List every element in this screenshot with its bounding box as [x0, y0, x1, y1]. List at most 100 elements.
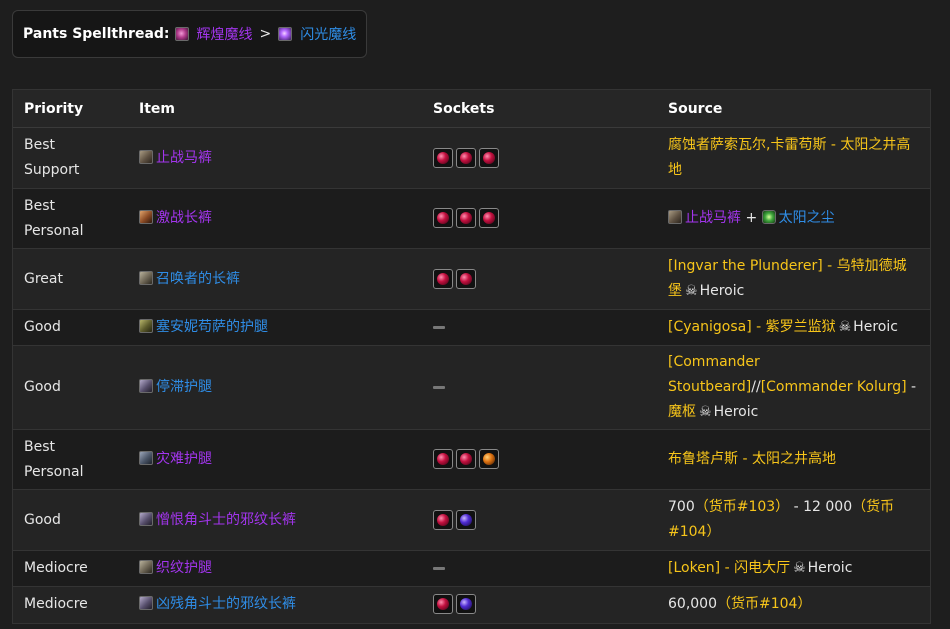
source-link[interactable]: 布鲁塔卢斯 - 太阳之井高地	[668, 451, 836, 467]
item-cell: 召唤者的长裤	[128, 248, 422, 310]
item-cell: 停滞护腿	[128, 345, 422, 430]
sockets-cell	[422, 429, 657, 490]
source-link[interactable]: [Cyanigosa] - 紫罗兰监狱	[668, 319, 836, 335]
socket-red-icon	[433, 449, 453, 469]
source-cell: 布鲁塔卢斯 - 太阳之井高地	[657, 429, 930, 490]
item-link[interactable]: 灾难护腿	[156, 451, 212, 467]
source-text: Heroic	[807, 560, 853, 576]
socket-orange-icon	[479, 449, 499, 469]
priority-cell: Good	[13, 345, 128, 430]
spellthread-from-link[interactable]: 辉煌魔线	[197, 24, 253, 44]
spellthread-box: Pants Spellthread: 辉煌魔线 > 闪光魔线	[12, 10, 368, 58]
sockets-cell	[422, 550, 657, 587]
source-link[interactable]: 腐蚀者萨索瓦尔,卡雷苟斯 - 太阳之井高地	[668, 137, 910, 178]
item-link[interactable]: 塞安妮苟萨的护腿	[156, 319, 268, 335]
item-cell: 凶残角斗士的邪纹长裤	[128, 586, 422, 623]
socket-red-icon	[433, 268, 453, 289]
socket-red-icon	[433, 208, 453, 228]
socket-red-icon	[433, 509, 453, 530]
sun-dust-icon	[761, 210, 776, 224]
priority-cell: Best Personal	[13, 429, 128, 490]
item-link[interactable]: 停滞护腿	[156, 379, 212, 395]
socket-red-icon	[479, 208, 499, 228]
source-link[interactable]: [Commander Stoutbeard]	[668, 354, 760, 395]
item-icon	[139, 451, 153, 465]
socket-red-icon	[433, 147, 453, 168]
item-cell: 织纹护腿	[128, 550, 422, 587]
table-row: Mediocre 凶残角斗士的邪纹长裤 60,000（货币#104）	[13, 586, 930, 623]
item-cell: 灾难护腿	[128, 429, 422, 490]
spellthread-separator: >	[259, 26, 272, 42]
sockets-cell	[422, 309, 657, 346]
source-link[interactable]: 魔枢	[668, 404, 696, 420]
source-text: Heroic	[713, 404, 759, 420]
source-cell: [Commander Stoutbeard]//[Commander Kolur…	[657, 345, 930, 430]
item-link[interactable]: 憎恨角斗士的邪纹长裤	[156, 512, 296, 528]
source-cell: 60,000（货币#104）	[657, 586, 930, 623]
column-header-item: Item	[128, 90, 422, 128]
source-text: - 12 000	[789, 499, 853, 515]
item-icon	[139, 379, 153, 393]
spellthread-icon	[278, 27, 293, 41]
source-cell: [Ingvar the Plunderer] - 乌特加德城堡 ☠ Heroic	[657, 248, 930, 310]
item-icon	[139, 270, 153, 285]
priority-cell: Best Support	[13, 127, 128, 189]
table-header-row: Priority Item Sockets Source	[13, 90, 930, 128]
table-row: Best Personal 灾难护腿 布鲁塔卢斯 - 太阳之井高地	[13, 429, 930, 490]
item-link[interactable]: 织纹护腿	[156, 560, 212, 576]
item-cell: 激战长裤	[128, 188, 422, 249]
item-icon	[139, 560, 153, 574]
table-row: Good 塞安妮苟萨的护腿 [Cyanigosa] - 紫罗兰监狱 ☠ Heroic	[13, 309, 930, 346]
source-text: -	[906, 379, 917, 395]
sockets-cell	[422, 248, 657, 310]
no-sockets-dash	[433, 566, 445, 570]
source-text: +	[741, 210, 762, 226]
source-cell: [Cyanigosa] - 紫罗兰监狱 ☠ Heroic	[657, 309, 930, 346]
skull-icon: ☠	[699, 404, 712, 420]
sockets-cell	[422, 489, 657, 551]
skull-icon: ☠	[838, 319, 852, 335]
socket-red-icon	[433, 594, 453, 615]
priority-cell: Mediocre	[13, 586, 128, 623]
item-icon	[139, 149, 153, 164]
sockets-cell	[422, 188, 657, 249]
item-icon	[139, 210, 153, 224]
column-header-sockets: Sockets	[422, 90, 657, 128]
source-text: 60,000	[668, 596, 717, 613]
table-row: Best Personal 激战长裤 止战马裤 + 太阳之尘	[13, 188, 930, 249]
spellthread-icon	[174, 27, 189, 41]
source-link[interactable]: （货币#104）	[717, 596, 811, 612]
priority-cell: Mediocre	[13, 550, 128, 587]
item-link[interactable]: 激战长裤	[156, 210, 212, 226]
table-row: Best Support 止战马裤 腐蚀者萨索瓦尔,卡雷苟斯 - 太阳之井高地	[13, 127, 930, 189]
gear-table: Priority Item Sockets Source Best Suppor…	[12, 89, 931, 624]
source-link[interactable]: （货币#103）	[695, 499, 789, 515]
column-header-source: Source	[657, 90, 930, 128]
no-sockets-dash	[433, 385, 445, 389]
item-link[interactable]: 召唤者的长裤	[156, 271, 240, 287]
no-sockets-dash	[433, 325, 445, 329]
sockets-cell	[422, 127, 657, 189]
socket-red-icon	[456, 147, 476, 168]
source-cell: [Loken] - 闪电大厅 ☠ Heroic	[657, 550, 930, 587]
source-link[interactable]: 止战马裤	[685, 210, 741, 226]
item-link[interactable]: 凶残角斗士的邪纹长裤	[156, 596, 296, 612]
source-text: //	[751, 379, 761, 395]
priority-cell: Good	[13, 309, 128, 346]
socket-red-icon	[479, 147, 499, 168]
source-link[interactable]: [Loken] - 闪电大厅	[668, 560, 790, 576]
skull-icon: ☠	[685, 283, 698, 299]
source-cell: 700（货币#103） - 12 000（货币#104）	[657, 489, 930, 551]
source-text: 700	[668, 499, 695, 515]
item-icon	[139, 596, 153, 611]
item-link[interactable]: 止战马裤	[156, 150, 212, 166]
spellthread-to-link[interactable]: 闪光魔线	[300, 24, 356, 44]
source-link[interactable]: 太阳之尘	[779, 210, 835, 226]
source-cell: 腐蚀者萨索瓦尔,卡雷苟斯 - 太阳之井高地	[657, 127, 930, 189]
table-row: Mediocre 织纹护腿 [Loken] - 闪电大厅 ☠ Heroic	[13, 550, 930, 587]
source-link[interactable]: [Commander Kolurg]	[761, 379, 907, 395]
item-cell: 止战马裤	[128, 127, 422, 189]
item-icon	[668, 210, 682, 224]
skull-icon: ☠	[793, 560, 806, 576]
priority-cell: Great	[13, 248, 128, 310]
